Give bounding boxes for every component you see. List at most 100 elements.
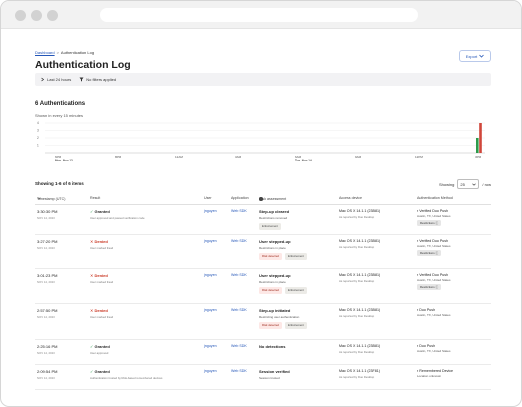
table-row[interactable]: 3:30:30 PM NOV 14, 2023 ✓ Granted User a… — [35, 205, 491, 235]
title-bar — [1, 1, 521, 29]
row-time: 2:25:16 PM — [37, 344, 58, 349]
row-auth-method-label: Verified Duo Push — [419, 273, 449, 277]
restrictions-chip[interactable]: Restrictions ⓘ — [417, 250, 442, 257]
row-risk-tags: Risk detected Enforcement — [259, 286, 307, 294]
page-size-select[interactable]: 25 — [457, 179, 480, 189]
row-application-link[interactable]: Web SDK — [231, 209, 247, 213]
page-size-control: Showing 25 / row — [439, 179, 491, 189]
x-tick-label: 12AM — [175, 155, 183, 159]
row-application-link[interactable]: Web SDK — [231, 273, 247, 277]
maximize-window-dot[interactable] — [47, 10, 58, 21]
restrictions-chip-label: Restrictions — [420, 251, 435, 256]
filters-applied-label: No filters applied — [86, 77, 117, 82]
row-user-link[interactable]: jnguyen — [204, 239, 217, 243]
y-tick-label: 4 — [37, 121, 39, 125]
check-icon: ✓ — [90, 209, 94, 214]
breadcrumb-separator: > — [56, 50, 59, 55]
row-risk-detail: Restrictions removed — [259, 215, 288, 220]
row-user-link[interactable]: jnguyen — [204, 273, 217, 277]
filter-bar: Last 24 hours No filters applied — [35, 73, 491, 86]
table-row[interactable]: 2:25:16 PM NOV 14, 2023 ✓ Granted User a… — [35, 340, 491, 365]
x-tick-label: 9AM — [355, 155, 362, 159]
row-result-label: Granted — [94, 344, 110, 349]
export-label: Export — [465, 53, 478, 59]
restrictions-chip[interactable]: Restrictions ⓘ — [417, 220, 442, 227]
row-access-device: Mac OS X 14.1.1 (23B81) — [339, 239, 380, 243]
table-row[interactable]: 3:01:23 PM NOV 14, 2023 ✕ Denied User ma… — [35, 269, 491, 304]
row-result-label: Denied — [94, 239, 108, 244]
row-auth-method: ▪ Remembered Device — [417, 369, 453, 373]
row-device-label: Mac OS X 14.1.1 (23B81) — [339, 308, 381, 312]
row-auth-method: ▪ Duo Push — [417, 308, 450, 312]
row-device-label: Mac OS X 14.1.1 (23B81) — [339, 344, 381, 348]
row-device-label: Mac OS X 14.1.1 (23B81) — [339, 209, 381, 213]
time-range-label: Last 24 hours — [47, 77, 72, 82]
info-icon[interactable] — [259, 197, 263, 201]
x-tick-label: 3PM — [475, 155, 482, 159]
info-icon: ⓘ — [435, 251, 439, 256]
table-row[interactable]: 2:57:50 PM NOV 14, 2023 ✕ Denied User ma… — [35, 304, 491, 340]
chart-bar[interactable] — [479, 123, 482, 153]
x-tick-label: 8PM — [115, 155, 122, 159]
row-auth-location: Austin, TX, United States — [417, 244, 451, 248]
row-user-link[interactable]: jnguyen — [204, 369, 217, 373]
table-row[interactable]: 2:09:54 PM NOV 14, 2023 ✓ Granted Authen… — [35, 365, 491, 390]
row-user-link[interactable]: jnguyen — [204, 344, 217, 348]
row-access-device: Mac OS X 14.1.1 (23B81) — [339, 308, 380, 312]
row-time: 2:09:54 PM — [37, 369, 58, 374]
filter-icon — [79, 77, 84, 82]
row-auth-method-label: Verified Duo Push — [419, 209, 449, 213]
row-device-label: Mac OS X 14.1.1 (23B81) — [339, 273, 381, 277]
row-risk-detail: Restrictions in place — [259, 279, 286, 284]
info-icon: ⓘ — [435, 221, 439, 226]
column-header-user: User — [204, 196, 212, 200]
risk-tag: Enforcement — [284, 252, 307, 260]
row-result: ✓ Granted — [90, 369, 162, 374]
row-device-label: Mac OS X 14.1.1 (23F81) — [339, 369, 380, 373]
row-application-link[interactable]: Web SDK — [231, 239, 247, 243]
row-time: 3:30:30 PM — [37, 209, 58, 214]
time-range-filter[interactable]: Last 24 hours — [40, 77, 71, 82]
x-tick-label: 6AM Tue, Nov 14 — [295, 155, 312, 161]
row-time: 3:01:23 PM — [37, 273, 58, 278]
restrictions-chip[interactable]: Restrictions ⓘ — [417, 284, 442, 291]
table-row[interactable]: 3:27:20 PM NOV 14, 2023 ✕ Denied User ma… — [35, 235, 491, 269]
row-result-detail: User marked fraud — [90, 314, 114, 319]
column-header-auth-method: Authentication Method — [417, 196, 453, 200]
filters-toggle[interactable]: No filters applied — [79, 77, 116, 82]
row-application-link[interactable]: Web SDK — [231, 369, 247, 373]
address-bar[interactable] — [100, 8, 418, 22]
row-risk-title: No detections — [259, 344, 286, 349]
export-button[interactable]: Export — [459, 50, 491, 62]
row-auth-location: Austin, TX, United States — [417, 278, 451, 282]
row-date: NOV 14, 2023 — [37, 314, 55, 319]
row-risk-tags: Risk detected Enforcement — [259, 252, 307, 260]
row-access-device: Mac OS X 14.1.1 (23B81) — [339, 344, 380, 348]
row-application-link[interactable]: Web SDK — [231, 344, 247, 348]
row-auth-method: ▪ Verified Duo Push — [417, 239, 450, 243]
row-device-detail: As reported by Duo Desktop — [339, 214, 375, 219]
row-date: NOV 14, 2023 — [37, 279, 55, 284]
row-risk-title: Session verified — [259, 369, 290, 374]
row-auth-location: Austin, TX, United States — [417, 214, 451, 218]
row-user-link[interactable]: jnguyen — [204, 209, 217, 213]
risk-tag: Risk detected — [259, 321, 282, 329]
row-application-link[interactable]: Web SDK — [231, 308, 247, 312]
row-device-label: Mac OS X 14.1.1 (23B81) — [339, 239, 381, 243]
chevron-right-icon — [41, 77, 45, 82]
close-window-dot[interactable] — [15, 10, 26, 21]
chevron-down-icon — [472, 183, 477, 186]
check-icon: ✓ — [90, 344, 94, 349]
minimize-window-dot[interactable] — [31, 10, 42, 21]
risk-tag: Enforcement — [284, 286, 307, 294]
risk-tag: Enforcement — [259, 222, 281, 230]
row-risk-title: Step-up initiated — [259, 308, 291, 313]
row-result-detail: User marked fraud — [90, 279, 114, 284]
row-user-link[interactable]: jnguyen — [204, 308, 217, 312]
row-auth-location: Location unknown — [417, 374, 442, 378]
row-access-device: Mac OS X 14.1.1 (23B81) — [339, 273, 380, 277]
x-tick-label: 6PM Mon, Nov 13 — [55, 155, 73, 161]
column-header-timestamp[interactable]: Timestamp (UTC) — [37, 196, 65, 201]
breadcrumb-dashboard-link[interactable]: Dashboard — [35, 50, 55, 55]
chart-bar[interactable] — [476, 138, 479, 153]
